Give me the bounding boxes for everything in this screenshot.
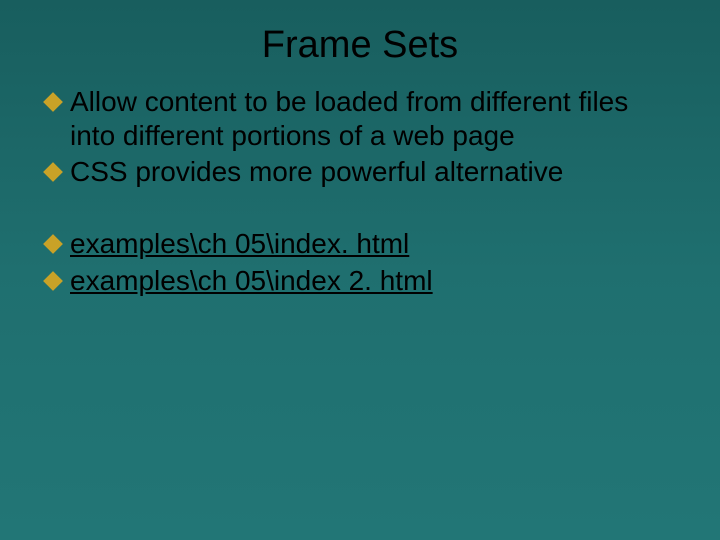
diamond-icon [43,235,63,255]
bullet-item: examples\ch 05\index. html [40,227,680,261]
bullet-item: examples\ch 05\index 2. html [40,264,680,298]
bullet-text: CSS provides more powerful alternative [70,156,563,187]
bullet-item: Allow content to be loaded from differen… [40,85,680,153]
link-text[interactable]: examples\ch 05\index 2. html [70,265,433,296]
bullet-list: Allow content to be loaded from differen… [40,85,680,189]
diamond-icon [43,271,63,291]
slide: Frame Sets Allow content to be loaded fr… [0,0,720,540]
slide-title: Frame Sets [0,0,720,85]
slide-body: Allow content to be loaded from differen… [0,85,720,298]
bullet-item: CSS provides more powerful alternative [40,155,680,189]
spacer [40,191,680,227]
link-list: examples\ch 05\index. html examples\ch 0… [40,227,680,297]
diamond-icon [43,92,63,112]
diamond-icon [43,162,63,182]
bullet-text: Allow content to be loaded from differen… [70,86,628,151]
link-text[interactable]: examples\ch 05\index. html [70,228,409,259]
